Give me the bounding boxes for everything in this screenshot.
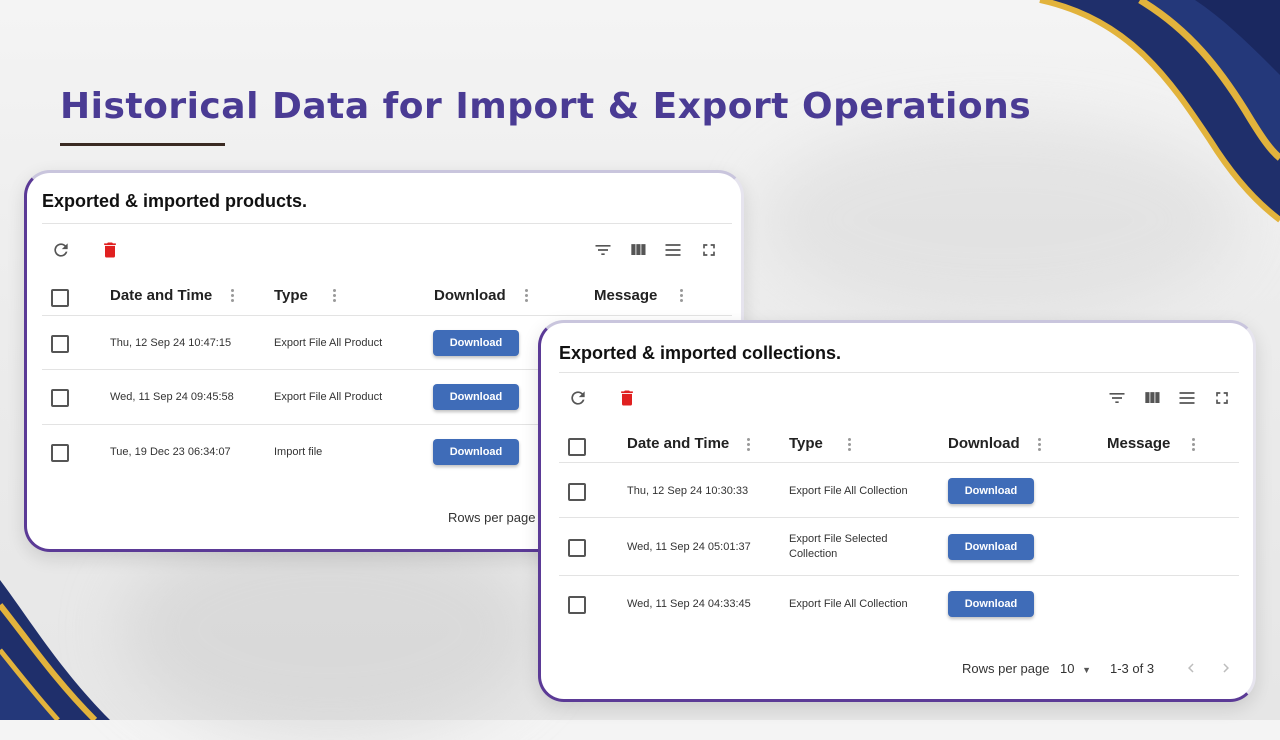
select-all-checkbox[interactable]: [51, 289, 69, 307]
delete-icon[interactable]: [617, 388, 637, 408]
column-header-message[interactable]: Message: [1107, 435, 1170, 452]
column-menu-icon[interactable]: [680, 289, 684, 304]
row-checkbox[interactable]: [568, 539, 586, 557]
headline-underline: [60, 143, 225, 146]
column-menu-icon[interactable]: [848, 438, 852, 453]
dropdown-arrow-icon: ▼: [1082, 665, 1092, 675]
column-menu-icon[interactable]: [333, 289, 337, 304]
pagination-range: 1-3 of 3: [1110, 661, 1155, 676]
header-divider: [42, 315, 732, 316]
row-checkbox[interactable]: [51, 335, 69, 353]
columns-icon[interactable]: [628, 240, 648, 260]
column-header-type[interactable]: Type: [274, 287, 308, 304]
row-type: Import file: [274, 446, 323, 458]
column-menu-icon[interactable]: [525, 289, 529, 304]
row-type: Export File All Collection: [789, 598, 908, 610]
row-checkbox[interactable]: [568, 596, 586, 614]
columns-icon[interactable]: [1142, 388, 1162, 408]
row-checkbox[interactable]: [51, 444, 69, 462]
collections-card-title: Exported & imported collections.: [559, 343, 842, 363]
column-header-date[interactable]: Date and Time: [110, 287, 212, 304]
download-button[interactable]: Download: [948, 591, 1034, 617]
column-menu-icon[interactable]: [231, 289, 235, 304]
density-icon[interactable]: [663, 240, 683, 260]
products-card-title: Exported & imported products.: [42, 191, 308, 211]
refresh-icon[interactable]: [568, 388, 588, 408]
row-divider: [559, 517, 1239, 518]
column-header-date[interactable]: Date and Time: [627, 435, 729, 452]
delete-icon[interactable]: [100, 240, 120, 260]
row-type: Export File All Product: [274, 391, 383, 403]
download-button[interactable]: Download: [948, 534, 1034, 560]
row-date: Thu, 12 Sep 24 10:30:33: [627, 485, 749, 497]
column-header-download[interactable]: Download: [948, 435, 1020, 452]
download-button[interactable]: Download: [433, 439, 519, 465]
rows-per-page-label: Rows per page: [962, 661, 1050, 676]
column-menu-icon[interactable]: [1192, 438, 1196, 453]
row-date: Wed, 11 Sep 24 05:01:37: [627, 541, 751, 553]
row-type: Export File Selected Collection: [789, 533, 888, 560]
row-checkbox[interactable]: [51, 389, 69, 407]
row-divider: [559, 575, 1239, 576]
collections-card: Exported & imported collections. Date an…: [538, 320, 1256, 702]
title-divider: [42, 223, 732, 224]
row-checkbox[interactable]: [568, 483, 586, 501]
chevron-right-icon[interactable]: [1217, 659, 1235, 677]
title-divider: [559, 372, 1239, 373]
column-menu-icon[interactable]: [747, 438, 751, 453]
decorative-swoosh-bottom-left: [0, 580, 110, 720]
density-icon[interactable]: [1177, 388, 1197, 408]
rows-per-page-select[interactable]: 10 ▼: [1060, 661, 1091, 676]
select-all-checkbox[interactable]: [568, 438, 586, 456]
column-header-download[interactable]: Download: [434, 287, 506, 304]
row-date: Tue, 19 Dec 23 06:34:07: [110, 446, 231, 458]
header-divider: [559, 462, 1239, 463]
rows-per-page-value: 10: [1060, 661, 1075, 676]
filter-icon[interactable]: [593, 240, 613, 260]
decorative-swoosh-top-right: [1039, 0, 1280, 223]
page-headline: Historical Data for Import & Export Oper…: [60, 86, 1032, 127]
column-menu-icon[interactable]: [1038, 438, 1042, 453]
row-type: Export File All Collection: [789, 485, 908, 497]
download-button[interactable]: Download: [433, 384, 519, 410]
filter-icon[interactable]: [1107, 388, 1127, 408]
row-date: Wed, 11 Sep 24 09:45:58: [110, 391, 234, 403]
column-header-message[interactable]: Message: [594, 287, 657, 304]
row-date: Thu, 12 Sep 24 10:47:15: [110, 337, 232, 349]
refresh-icon[interactable]: [51, 240, 71, 260]
row-date: Wed, 11 Sep 24 04:33:45: [627, 598, 751, 610]
download-button[interactable]: Download: [433, 330, 519, 356]
column-header-type[interactable]: Type: [789, 435, 823, 452]
rows-per-page-label: Rows per page: [448, 510, 536, 525]
row-type: Export File All Product: [274, 337, 383, 349]
download-button[interactable]: Download: [948, 478, 1034, 504]
background-shape: [120, 520, 540, 740]
fullscreen-icon[interactable]: [699, 240, 719, 260]
chevron-left-icon[interactable]: [1182, 659, 1200, 677]
fullscreen-icon[interactable]: [1212, 388, 1232, 408]
